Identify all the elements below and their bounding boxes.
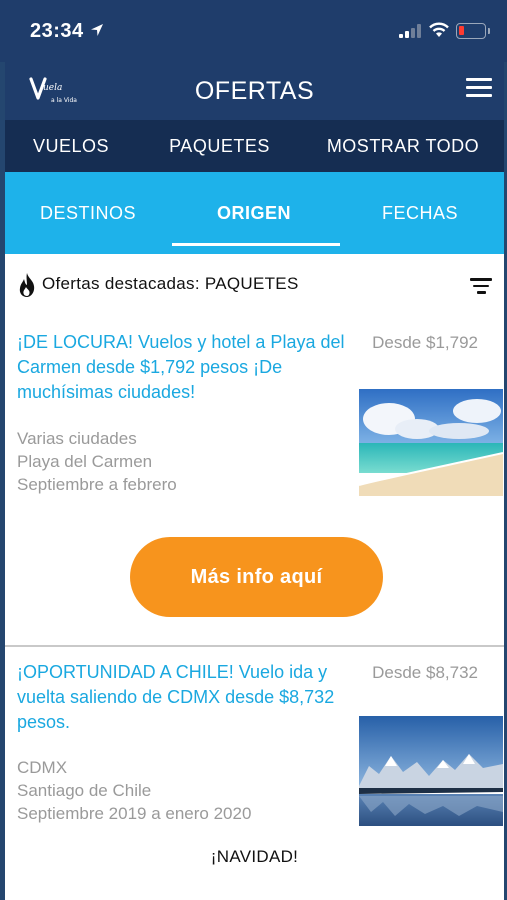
featured-label: Ofertas destacadas: PAQUETES <box>42 274 299 293</box>
battery-level <box>459 26 464 35</box>
nav-paquetes[interactable]: PAQUETES <box>137 120 302 172</box>
active-tab-indicator <box>172 243 340 246</box>
offers-list[interactable]: Ofertas destacadas: PAQUETES ¡DE LOCURA!… <box>5 254 504 900</box>
mountain-lake-photo[interactable] <box>359 716 503 826</box>
divider <box>5 645 504 647</box>
offer-title[interactable]: ¡OPORTUNIDAD A CHILE! Vuelo ida y vuelta… <box>17 660 357 735</box>
wifi-icon <box>429 22 449 37</box>
status-bar: 23:34 <box>0 0 507 62</box>
location-arrow-icon <box>91 24 103 36</box>
battery-nub <box>488 28 490 34</box>
offer-card[interactable]: ¡DE LOCURA! Vuelos y hotel a Playa del C… <box>5 330 504 646</box>
battery-icon <box>456 23 490 39</box>
offer-destination: Santiago de Chile <box>17 781 152 800</box>
offer-origin: CDMX <box>17 758 68 777</box>
offer-destination: Playa del Carmen <box>17 452 153 471</box>
section-heading-navidad: ¡NAVIDAD! <box>210 847 299 866</box>
featured-header: Ofertas destacadas: PAQUETES <box>17 270 492 298</box>
fire-icon <box>19 273 35 297</box>
filter-icon[interactable] <box>470 278 492 296</box>
tab-destinos[interactable]: DESTINOS <box>5 172 171 254</box>
top-nav: VUELOS PAQUETES MOSTRAR TODO <box>5 120 504 172</box>
filter-tabs: DESTINOS ORIGEN FECHAS <box>5 172 504 254</box>
beach-photo[interactable] <box>359 389 503 496</box>
tab-origen-label: ORIGEN <box>216 202 291 223</box>
nav-mostrar-todo[interactable]: MOSTRAR TODO <box>302 120 504 172</box>
cellular-signal-icon <box>399 24 421 38</box>
offer-origin: Varias ciudades <box>17 429 137 448</box>
offer-dates: Septiembre 2019 a enero 2020 <box>17 804 252 823</box>
offer-details: CDMX Santiago de Chile Septiembre 2019 a… <box>17 756 347 825</box>
tab-destinos-label: DESTINOS <box>39 202 136 223</box>
app-header: uela a la Vida OFERTAS <box>5 62 504 120</box>
offer-dates: Septiembre a febrero <box>17 475 177 494</box>
offer-title[interactable]: ¡DE LOCURA! Vuelos y hotel a Playa del C… <box>17 330 357 405</box>
page-title: OFERTAS <box>194 77 315 105</box>
hamburger-menu-icon[interactable] <box>466 78 492 100</box>
tab-fechas-label: FECHAS <box>381 202 458 223</box>
more-info-button[interactable]: Más info aquí <box>130 537 383 617</box>
status-time: 23:34 <box>30 20 84 42</box>
nav-vuelos[interactable]: VUELOS <box>5 120 137 172</box>
tab-origen[interactable]: ORIGEN <box>171 172 340 254</box>
offer-price: Desde $1,792 <box>372 333 478 352</box>
offer-details: Varias ciudades Playa del Carmen Septiem… <box>17 427 347 496</box>
tab-fechas[interactable]: FECHAS <box>337 172 503 254</box>
offer-price: Desde $8,732 <box>372 663 478 682</box>
